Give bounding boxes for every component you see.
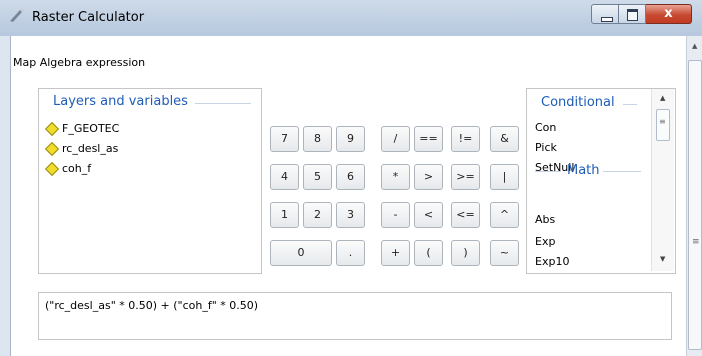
conditional-title: Conditional	[541, 95, 615, 110]
divider	[623, 104, 637, 105]
key-3-button[interactable]: 3	[336, 202, 365, 228]
greater-equal-button[interactable]: >=	[451, 164, 480, 190]
function-item-exp10[interactable]: Exp10	[535, 255, 569, 268]
key-1-button[interactable]: 1	[270, 202, 299, 228]
key-7-button[interactable]: 7	[270, 126, 299, 152]
close-icon: x	[664, 6, 673, 21]
close-button[interactable]: x	[646, 4, 692, 24]
functions-list[interactable]: Conditional Con Pick SetNull Math Abs Ex…	[526, 88, 676, 274]
layer-label: F_GEOTEC	[62, 122, 120, 135]
layer-label: rc_desl_as	[62, 142, 119, 155]
expression-text: ("rc_desl_as" * 0.50) + ("coh_f" * 0.50)	[45, 299, 259, 312]
raster-layer-icon	[44, 121, 60, 136]
not-equals-button[interactable]: !=	[451, 126, 480, 152]
maximize-button[interactable]	[619, 4, 646, 24]
function-item-con[interactable]: Con	[535, 121, 556, 134]
grip-icon: ≡	[659, 117, 666, 126]
layers-list[interactable]: Layers and variables F_GEOTEC rc_desl_as…	[38, 88, 262, 274]
divider	[535, 171, 561, 172]
less-equal-button[interactable]: <=	[451, 202, 480, 228]
decimal-button[interactable]: .	[336, 240, 365, 266]
not-button[interactable]: ~	[490, 240, 519, 266]
layer-item[interactable]: rc_desl_as	[44, 141, 119, 156]
window-controls: x	[591, 4, 692, 26]
scrollbar-thumb[interactable]: ≡	[688, 60, 702, 350]
scroll-down-icon[interactable]: ▼	[660, 255, 665, 263]
calculator-app-icon	[10, 8, 25, 22]
key-2-button[interactable]: 2	[303, 202, 332, 228]
key-5-button[interactable]: 5	[303, 164, 332, 190]
minimize-button[interactable]	[591, 4, 619, 24]
divider	[195, 103, 251, 104]
minimize-icon	[601, 17, 613, 22]
equals-button[interactable]: ==	[414, 126, 443, 152]
scrollbar-thumb[interactable]: ≡	[656, 109, 670, 141]
key-6-button[interactable]: 6	[336, 164, 365, 190]
math-title: Math	[567, 163, 600, 178]
less-than-button[interactable]: <	[414, 202, 443, 228]
functions-scrollbar[interactable]: ▲ ≡ ▼	[651, 89, 674, 271]
function-item-exp[interactable]: Exp	[535, 235, 555, 248]
grip-icon: ≡	[692, 237, 700, 247]
window-title: Raster Calculator	[32, 10, 145, 25]
function-item-pick[interactable]: Pick	[535, 141, 557, 154]
and-button[interactable]: &	[490, 126, 519, 152]
raster-layer-icon	[44, 141, 60, 156]
layer-item[interactable]: F_GEOTEC	[44, 121, 120, 136]
key-0-button[interactable]: 0	[270, 240, 332, 266]
greater-than-button[interactable]: >	[414, 164, 443, 190]
open-paren-button[interactable]: (	[414, 240, 443, 266]
xor-button[interactable]: ^	[490, 202, 519, 228]
expression-input[interactable]: ("rc_desl_as" * 0.50) + ("coh_f" * 0.50)	[38, 292, 672, 340]
key-8-button[interactable]: 8	[303, 126, 332, 152]
key-9-button[interactable]: 9	[336, 126, 365, 152]
raster-layer-icon	[44, 161, 60, 176]
map-algebra-label: Map Algebra expression	[13, 56, 146, 69]
multiply-button[interactable]: *	[381, 164, 410, 190]
title-bar: Raster Calculator x	[0, 0, 702, 36]
layers-title: Layers and variables	[53, 94, 188, 109]
layer-label: coh_f	[62, 162, 92, 175]
key-4-button[interactable]: 4	[270, 164, 299, 190]
scroll-up-icon[interactable]: ▲	[660, 94, 665, 102]
plus-button[interactable]: +	[381, 240, 410, 266]
dialog-scrollbar[interactable]: ▲ ≡	[686, 36, 702, 356]
divider	[603, 171, 641, 172]
divide-button[interactable]: /	[381, 126, 410, 152]
function-item-abs[interactable]: Abs	[535, 213, 555, 226]
scroll-up-icon[interactable]: ▲	[692, 42, 697, 50]
maximize-icon	[627, 9, 638, 21]
or-button[interactable]: |	[490, 164, 519, 190]
layer-item[interactable]: coh_f	[44, 161, 92, 176]
close-paren-button[interactable]: )	[451, 240, 480, 266]
minus-button[interactable]: -	[381, 202, 410, 228]
